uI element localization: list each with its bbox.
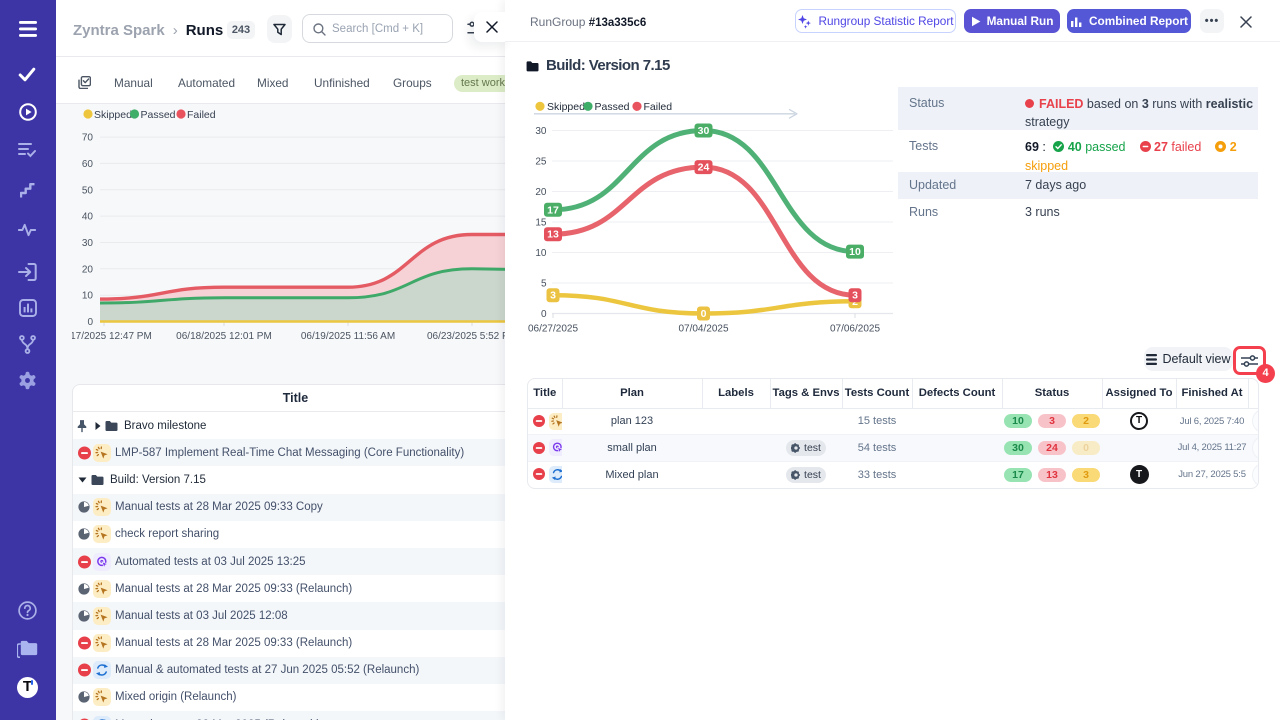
svg-text:10: 10 (849, 246, 861, 258)
svg-text:30: 30 (698, 125, 710, 137)
svg-text:3: 3 (550, 290, 556, 302)
svg-text:06/17/2025 12:47 PM: 06/17/2025 12:47 PM (72, 331, 152, 342)
svg-text:50: 50 (82, 185, 94, 196)
svg-text:15: 15 (535, 218, 547, 229)
svg-text:24: 24 (698, 162, 710, 174)
svg-text:10: 10 (82, 291, 94, 302)
svg-text:Passed: Passed (595, 101, 630, 113)
svg-text:Failed: Failed (644, 101, 673, 113)
svg-text:Skipped: Skipped (94, 109, 132, 121)
svg-text:Skipped: Skipped (547, 101, 585, 113)
svg-text:0: 0 (87, 317, 93, 328)
svg-text:Passed: Passed (141, 109, 176, 121)
svg-text:17: 17 (547, 204, 559, 216)
svg-text:25: 25 (535, 157, 547, 168)
svg-text:3: 3 (852, 290, 858, 302)
svg-text:13: 13 (547, 229, 559, 241)
svg-text:07/04/2025: 07/04/2025 (678, 324, 728, 335)
svg-text:70: 70 (82, 133, 94, 144)
svg-text:20: 20 (82, 264, 94, 275)
svg-text:06/18/2025 12:01 PM: 06/18/2025 12:01 PM (176, 331, 272, 342)
svg-text:30: 30 (535, 126, 547, 137)
svg-text:06/19/2025 11:56 AM: 06/19/2025 11:56 AM (301, 331, 395, 342)
svg-text:0: 0 (701, 308, 707, 320)
svg-text:07/06/2025: 07/06/2025 (830, 324, 880, 335)
svg-text:10: 10 (535, 248, 547, 259)
svg-text:06/27/2025: 06/27/2025 (528, 324, 578, 335)
svg-text:Failed: Failed (187, 109, 216, 121)
svg-text:5: 5 (541, 279, 547, 290)
svg-text:40: 40 (82, 212, 94, 223)
svg-text:0: 0 (541, 309, 547, 320)
svg-text:20: 20 (535, 187, 547, 198)
svg-text:06/23/2025 5:52 PM: 06/23/2025 5:52 PM (427, 331, 517, 342)
svg-text:60: 60 (82, 159, 94, 170)
svg-text:30: 30 (82, 238, 94, 249)
